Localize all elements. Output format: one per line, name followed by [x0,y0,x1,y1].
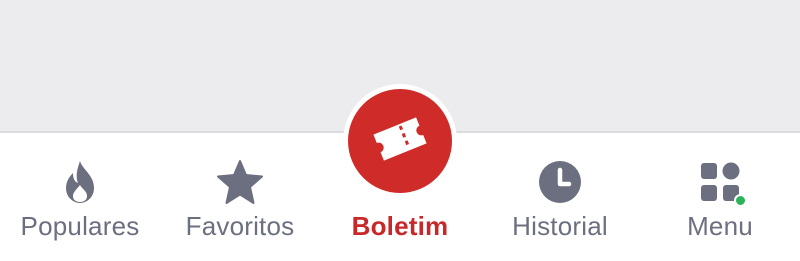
tab-label: Favoritos [185,211,295,241]
flame-icon [55,157,105,207]
tab-boletim[interactable]: Boletim [320,131,480,261]
grid-icon [695,157,747,207]
tab-label: Boletim [351,211,449,241]
clock-icon [535,157,585,207]
tab-label: Historial [512,211,608,241]
notification-dot [734,194,747,207]
tab-favoritos[interactable]: Favoritos [160,131,320,261]
tab-historial[interactable]: Historial [480,131,640,261]
tab-menu[interactable]: Menu [640,131,800,261]
tab-label: Menu [687,211,753,241]
tab-label: Populares [20,211,140,241]
tab-populares[interactable]: Populares [0,131,160,261]
star-icon [215,157,265,207]
